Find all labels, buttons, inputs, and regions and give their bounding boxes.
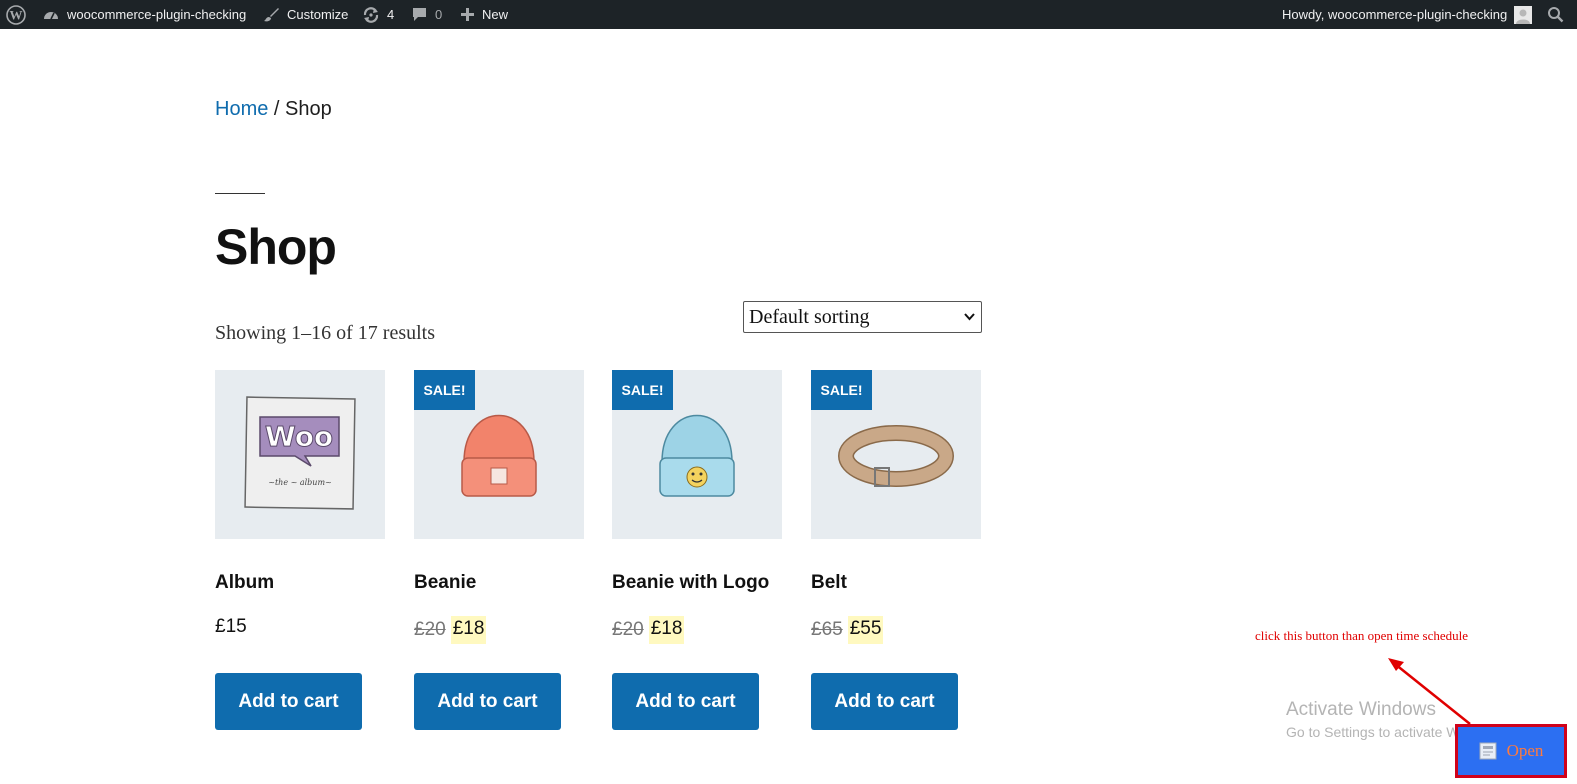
new-content-link[interactable]: New	[460, 0, 508, 29]
regular-price: £20	[612, 619, 644, 640]
updates-refresh-icon	[363, 6, 379, 23]
add-to-cart-button[interactable]: Add to cart	[414, 673, 561, 730]
wordpress-logo-button[interactable]: W	[6, 0, 26, 29]
product-title[interactable]: Album	[215, 572, 274, 594]
customize-link[interactable]: Customize	[263, 0, 348, 29]
wordpress-icon: W	[6, 4, 26, 25]
sale-price: £18	[450, 616, 487, 644]
regular-price: £20	[414, 619, 446, 640]
search-icon	[1548, 7, 1564, 23]
product-card-beanie-with-logo: SALE! Beanie with Logo £20 £18 Add to ca…	[612, 370, 782, 730]
product-price: £20 £18	[414, 616, 487, 644]
comment-bubble-icon	[413, 8, 426, 21]
admin-bar: W woocommerce-plugin-checking Customize …	[0, 0, 1577, 29]
updates-count: 4	[387, 7, 395, 22]
sale-price: £55	[847, 616, 884, 644]
sale-badge: SALE!	[811, 370, 872, 410]
schedule-icon	[1479, 742, 1497, 760]
sale-price: £18	[648, 616, 685, 644]
product-image-link[interactable]: SALE!	[414, 370, 584, 539]
dashboard-gauge-icon	[44, 11, 58, 19]
sale-badge: SALE!	[612, 370, 673, 410]
add-to-cart-button[interactable]: Add to cart	[612, 673, 759, 730]
site-name-link[interactable]: woocommerce-plugin-checking	[42, 0, 246, 29]
customize-label: Customize	[287, 7, 349, 22]
open-button-label: Open	[1506, 741, 1544, 760]
my-account-link[interactable]: Howdy, woocommerce-plugin-checking	[1282, 0, 1533, 29]
plus-icon	[461, 8, 474, 21]
page-title: Shop	[215, 219, 337, 275]
site-name: woocommerce-plugin-checking	[67, 7, 247, 22]
new-label: New	[482, 7, 509, 22]
comments-count: 0	[435, 7, 443, 22]
add-to-cart-button[interactable]: Add to cart	[215, 673, 362, 730]
album-image: Woo ~the ~ album~	[244, 396, 356, 510]
svg-text:Woo: Woo	[265, 420, 333, 453]
product-title[interactable]: Beanie	[414, 572, 476, 594]
product-price: £20 £18	[612, 616, 685, 644]
chevron-down-icon	[964, 313, 975, 321]
avatar-icon	[1514, 5, 1533, 24]
add-to-cart-button[interactable]: Add to cart	[811, 673, 958, 730]
sorting-select[interactable]: Default sorting	[743, 301, 982, 333]
breadcrumb-home-link[interactable]: Home	[215, 98, 268, 120]
activate-windows-title: Activate Windows	[1286, 699, 1436, 720]
sale-price: £15	[215, 616, 247, 637]
breadcrumb: Home / Shop	[215, 98, 332, 121]
product-title[interactable]: Belt	[811, 572, 847, 594]
product-price: £15	[215, 616, 247, 638]
sale-badge: SALE!	[414, 370, 475, 410]
howdy-text: Howdy, woocommerce-plugin-checking	[1282, 7, 1508, 22]
breadcrumb-current: Shop	[285, 98, 332, 120]
annotation-text: click this button than open time schedul…	[1255, 628, 1469, 643]
comments-link[interactable]: 0	[411, 0, 442, 29]
product-card-beanie: SALE! Beanie £20 £18 Add to cart	[414, 370, 584, 730]
breadcrumb-separator: /	[273, 98, 280, 120]
product-price: £65 £55	[811, 616, 884, 644]
product-image-link[interactable]: SALE!	[612, 370, 782, 539]
open-schedule-button[interactable]: Open	[1455, 724, 1567, 778]
paintbrush-icon	[264, 8, 279, 22]
product-card-album: Woo ~the ~ album~ Album £15 Add to cart	[215, 370, 385, 730]
product-card-belt: SALE! Belt £65 £55 Add to cart	[811, 370, 981, 730]
updates-link[interactable]: 4	[362, 0, 394, 29]
svg-text:W: W	[10, 7, 23, 22]
product-image-link[interactable]: SALE!	[811, 370, 981, 539]
product-image-link[interactable]: Woo ~the ~ album~	[215, 370, 385, 539]
product-title[interactable]: Beanie with Logo	[612, 572, 769, 594]
sorting-selected-value: Default sorting	[749, 305, 870, 328]
title-divider	[215, 193, 265, 194]
admin-search-button[interactable]	[1547, 0, 1564, 29]
regular-price: £65	[811, 619, 843, 640]
svg-text:~the ~ album~: ~the ~ album~	[268, 478, 331, 487]
result-count: Showing 1–16 of 17 results	[215, 322, 435, 344]
